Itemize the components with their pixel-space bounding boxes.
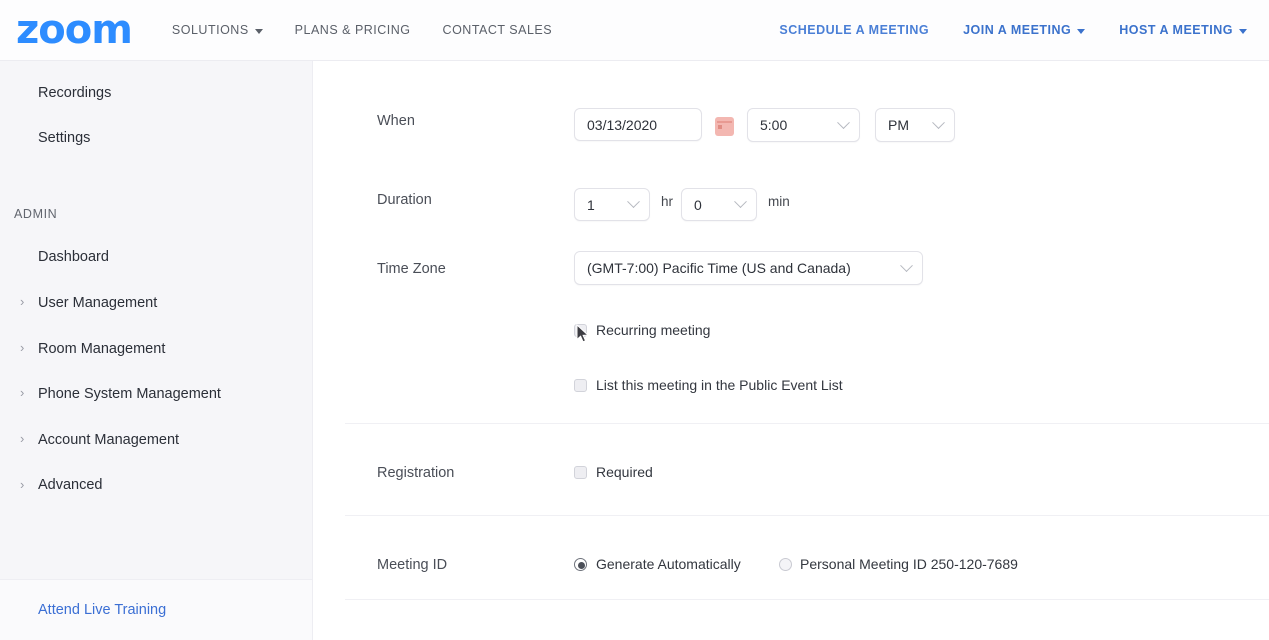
nav-item-join-a-meeting[interactable]: JOIN A MEETING <box>963 23 1086 37</box>
meeting-time-value: 5:00 <box>760 117 788 133</box>
duration-hours-unit: hr <box>661 194 674 209</box>
sidebar-item-phone-system-management[interactable]: Phone System Management <box>38 386 221 402</box>
nav-item-schedule-a-meeting[interactable]: SCHEDULE A MEETING <box>779 23 929 37</box>
registration-required-label[interactable]: Required <box>596 464 653 480</box>
nav-item-contact-sales-label: CONTACT SALES <box>442 23 553 37</box>
top-navigation-bar: zoom SOLUTIONS PLANS & PRICING CONTACT S… <box>0 0 1269 61</box>
sidebar-item-advanced-label: Advanced <box>38 477 103 493</box>
chevron-down-icon <box>1239 28 1247 34</box>
secondary-nav-links: SCHEDULE A MEETING JOIN A MEETING HOST A… <box>779 23 1247 37</box>
nav-item-plans-pricing[interactable]: PLANS & PRICING <box>295 23 411 37</box>
zoom-logo[interactable]: zoom <box>16 10 133 50</box>
public-event-list-label[interactable]: List this meeting in the Public Event Li… <box>596 377 843 393</box>
chevron-right-icon: › <box>20 477 25 492</box>
meeting-date-input[interactable]: 03/13/2020 <box>574 108 702 141</box>
sidebar-item-settings-label: Settings <box>38 130 91 146</box>
chevron-down-icon <box>734 195 747 209</box>
nav-item-host-a-meeting-label: HOST A MEETING <box>1119 23 1233 37</box>
registration-required-checkbox[interactable] <box>574 466 587 479</box>
sidebar-item-user-management[interactable]: User Management <box>38 295 157 311</box>
duration-hours-value: 1 <box>587 196 595 213</box>
nav-item-solutions-label: SOLUTIONS <box>171 23 249 37</box>
section-divider <box>345 423 1269 424</box>
chevron-down-icon <box>254 28 263 34</box>
zoom-schedule-meeting-page: zoom SOLUTIONS PLANS & PRICING CONTACT S… <box>0 0 1269 640</box>
chevron-right-icon: › <box>20 340 25 355</box>
registration-label: Registration <box>377 465 455 481</box>
calendar-icon[interactable] <box>715 117 734 136</box>
timezone-value: (GMT-7:00) Pacific Time (US and Canada) <box>587 260 851 276</box>
chevron-down-icon <box>1077 28 1086 34</box>
recurring-meeting-checkbox[interactable] <box>574 324 587 337</box>
attend-live-training-link[interactable]: Attend Live Training <box>38 602 166 618</box>
sidebar-item-recordings-label: Recordings <box>38 85 112 101</box>
when-label: When <box>377 113 415 129</box>
chevron-down-icon <box>900 258 913 272</box>
sidebar-item-user-management-label: User Management <box>38 295 158 311</box>
sidebar-item-account-management-label: Account Management <box>38 432 180 448</box>
meeting-meridiem-value: PM <box>888 117 909 133</box>
chevron-right-icon: › <box>20 294 25 309</box>
meeting-id-personal-label[interactable]: Personal Meeting ID 250-120-7689 <box>800 556 1018 572</box>
timezone-label: Time Zone <box>377 261 446 277</box>
chevron-down-icon <box>627 195 640 209</box>
nav-item-plans-pricing-label: PLANS & PRICING <box>294 23 411 37</box>
meeting-date-value: 03/13/2020 <box>587 116 658 133</box>
meeting-id-generate-automatically-label[interactable]: Generate Automatically <box>596 556 741 572</box>
sidebar-item-room-management-label: Room Management <box>38 341 166 357</box>
recurring-meeting-label[interactable]: Recurring meeting <box>596 322 710 338</box>
sidebar-item-dashboard-label: Dashboard <box>38 249 109 265</box>
sidebar-footer: Attend Live Training <box>0 579 312 640</box>
duration-minutes-unit: min <box>768 194 790 209</box>
timezone-select[interactable]: (GMT-7:00) Pacific Time (US and Canada) <box>574 251 923 285</box>
duration-hours-select[interactable]: 1 <box>574 188 650 221</box>
chevron-down-icon <box>837 115 850 129</box>
section-divider <box>345 599 1269 600</box>
meeting-id-label: Meeting ID <box>377 557 448 573</box>
nav-item-host-a-meeting[interactable]: HOST A MEETING <box>1119 23 1247 37</box>
meeting-id-personal-radio[interactable] <box>779 558 792 571</box>
sidebar-item-advanced[interactable]: Advanced <box>38 477 103 493</box>
sidebar-navigation: Recordings Settings ADMIN Dashboard › Us… <box>0 61 313 640</box>
sidebar-section-admin: ADMIN <box>14 207 58 221</box>
nav-item-join-a-meeting-label: JOIN A MEETING <box>963 23 1072 37</box>
sidebar-item-phone-system-management-label: Phone System Management <box>38 386 221 402</box>
meeting-time-select[interactable]: 5:00 <box>747 108 860 142</box>
chevron-right-icon: › <box>20 385 25 400</box>
primary-nav-links: SOLUTIONS PLANS & PRICING CONTACT SALES <box>172 23 552 37</box>
chevron-right-icon: › <box>20 431 25 446</box>
nav-item-schedule-a-meeting-label: SCHEDULE A MEETING <box>779 23 930 37</box>
sidebar-item-settings[interactable]: Settings <box>38 130 90 146</box>
section-divider <box>345 515 1269 516</box>
sidebar-item-account-management[interactable]: Account Management <box>38 432 179 448</box>
public-event-list-checkbox[interactable] <box>574 379 587 392</box>
duration-label: Duration <box>377 192 432 208</box>
meeting-id-generate-automatically-radio[interactable] <box>574 558 587 571</box>
meeting-meridiem-select[interactable]: PM <box>875 108 955 142</box>
schedule-meeting-form: When 03/13/2020 5:00 PM Duration 1 hr 0 … <box>313 61 1269 640</box>
sidebar-item-recordings[interactable]: Recordings <box>38 85 111 101</box>
duration-minutes-select[interactable]: 0 <box>681 188 757 221</box>
sidebar-item-dashboard[interactable]: Dashboard <box>38 249 109 265</box>
nav-item-solutions[interactable]: SOLUTIONS <box>172 23 263 37</box>
duration-minutes-value: 0 <box>694 196 702 213</box>
chevron-down-icon <box>932 115 945 129</box>
sidebar-item-room-management[interactable]: Room Management <box>38 341 165 357</box>
nav-item-contact-sales[interactable]: CONTACT SALES <box>443 23 553 37</box>
